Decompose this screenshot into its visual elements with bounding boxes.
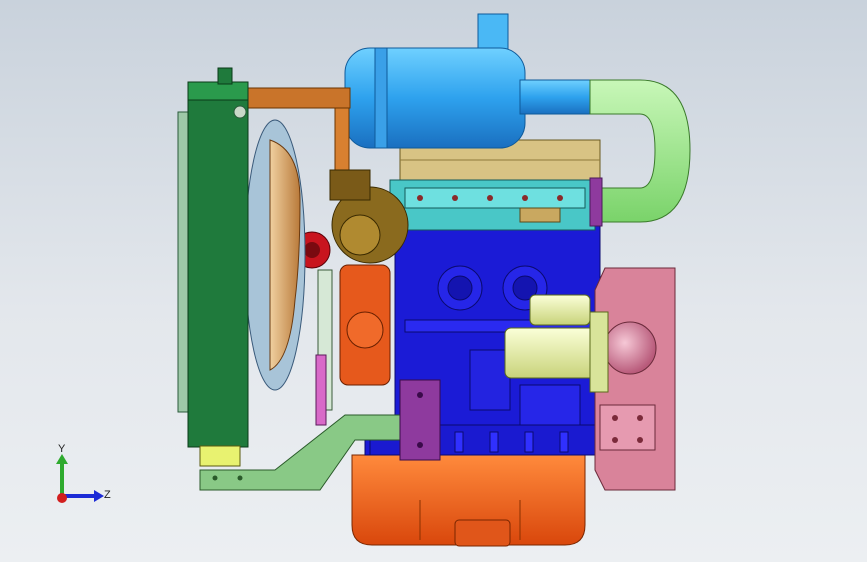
- y-axis-arrow: [56, 454, 68, 464]
- cylinder-head[interactable]: [389, 179, 596, 231]
- fan-belt[interactable]: [315, 269, 333, 426]
- y-axis-label: Y: [58, 443, 66, 455]
- z-axis-label: Z: [104, 489, 111, 501]
- coordinate-triad: Y Z: [56, 443, 111, 503]
- engine-mount-plate[interactable]: [399, 379, 441, 461]
- radiator[interactable]: [177, 67, 249, 467]
- x-axis-dot: [57, 493, 67, 503]
- z-axis-arrow: [94, 490, 104, 502]
- oil-pan[interactable]: [351, 454, 586, 547]
- intake-elbow[interactable]: [589, 79, 691, 227]
- air-filter[interactable]: [344, 13, 596, 149]
- cad-viewport[interactable]: Y Z: [0, 0, 867, 562]
- cooling-fan[interactable]: [244, 119, 306, 391]
- water-pump[interactable]: [339, 264, 391, 386]
